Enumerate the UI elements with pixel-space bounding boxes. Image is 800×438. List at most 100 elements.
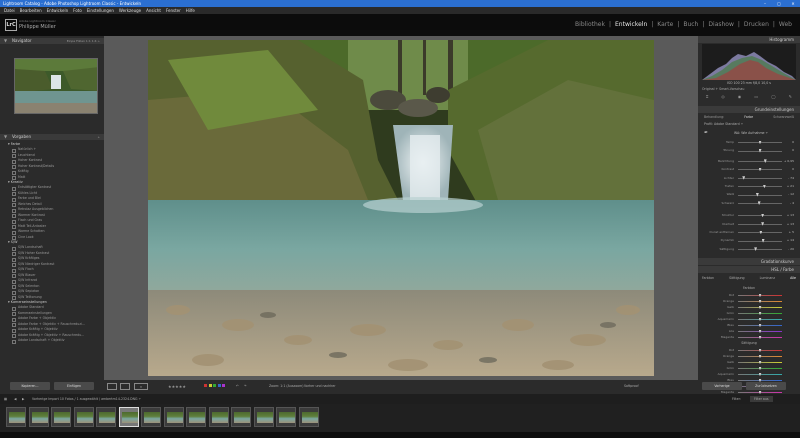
slider-track[interactable] — [738, 177, 782, 179]
hsl-slider-row[interactable]: Rot — [702, 293, 796, 298]
color-label-blue[interactable] — [217, 384, 221, 387]
treatment-bw[interactable]: Schwarzweiß — [773, 115, 794, 119]
presets-header[interactable]: ▼ Vorgaben + — [0, 134, 104, 140]
preset-item[interactable]: Cine Look — [8, 235, 100, 241]
radial-filter-icon[interactable]: ◯ — [771, 94, 775, 100]
menu-window[interactable]: Fenster — [166, 7, 181, 14]
rating-stars[interactable]: ★★★★★ — [168, 384, 186, 389]
filmstrip-thumbnail[interactable] — [51, 407, 71, 427]
before-after-dropdown[interactable]: ▾ — [134, 383, 148, 390]
eyedropper-icon[interactable]: ✒ — [704, 130, 710, 136]
hsl-tab-all[interactable]: Alle — [790, 276, 796, 280]
basic-slider-row[interactable]: Klarheit + 13 — [702, 222, 796, 227]
filmstrip-thumbnail[interactable] — [298, 407, 319, 427]
basic-slider-row[interactable]: Dunst entfernen + 5 — [702, 230, 796, 235]
add-preset-icon[interactable]: + — [97, 134, 100, 140]
loupe-view-icon[interactable] — [107, 383, 117, 390]
tone-curve-header[interactable]: Gradationskurve — [698, 258, 800, 265]
filmstrip-thumbnail[interactable] — [253, 407, 274, 427]
histogram-header[interactable]: Histogramm — [698, 36, 800, 43]
hsl-header[interactable]: HSL / Farbe — [698, 266, 800, 273]
hsl-tab-luminance[interactable]: Luminanz — [760, 276, 775, 280]
basic-slider-row[interactable]: Lichter - 74 — [702, 176, 796, 181]
slider-value[interactable]: + 0,95 — [784, 159, 794, 164]
hsl-tab-hue[interactable]: Farbton — [702, 276, 714, 280]
previous-settings-button[interactable]: Vorherige — [702, 382, 742, 390]
slider-value[interactable]: 0 — [792, 167, 794, 172]
back-arrow-icon[interactable]: ◀ — [14, 394, 16, 404]
basic-slider-row[interactable]: Kontrast 0 — [702, 167, 796, 172]
copy-settings-button[interactable]: Kopieren... — [10, 382, 50, 390]
basic-slider-row[interactable]: Tiefen + 21 — [702, 184, 796, 189]
slider-value[interactable]: + 13 — [787, 213, 794, 218]
basic-slider-row[interactable]: Temp 0 — [702, 140, 796, 145]
slider-value[interactable]: - 4 — [790, 201, 794, 206]
hsl-slider-row[interactable]: Magenta — [702, 335, 796, 340]
filmstrip-thumbnail[interactable] — [28, 407, 49, 427]
white-balance-select[interactable]: WA: Wie Aufnahme ÷ — [734, 131, 768, 135]
slider-track[interactable] — [738, 240, 782, 242]
hsl-slider-row[interactable]: Orange — [702, 299, 796, 304]
soft-proof-toggle[interactable]: Softproof — [624, 384, 639, 388]
preset-item[interactable]: Matt — [8, 175, 100, 181]
spot-removal-icon[interactable]: ◎ — [721, 94, 725, 100]
menu-edit[interactable]: Bearbeiten — [20, 7, 42, 14]
filmstrip-thumbnail[interactable] — [231, 407, 251, 427]
filmstrip-thumbnail[interactable] — [141, 407, 161, 427]
slider-track[interactable] — [738, 202, 782, 204]
menu-file[interactable]: Datei — [4, 7, 15, 14]
filmstrip-thumbnail[interactable] — [208, 407, 229, 427]
module-library[interactable]: Bibliothek — [575, 20, 605, 30]
navigator-header[interactable]: ▼ Navigator Einpa Füllen 1:1 1:4 ÷ — [0, 38, 104, 44]
module-slideshow[interactable]: Diashow — [708, 20, 733, 30]
basic-slider-row[interactable]: Tönung 0 — [702, 148, 796, 153]
reset-button[interactable]: Zurücksetzen — [746, 382, 786, 390]
menu-tools[interactable]: Werkzeuge — [119, 7, 141, 14]
paste-settings-button[interactable]: Einfügen — [54, 382, 94, 390]
hsl-slider-row[interactable]: Orange — [702, 354, 796, 359]
slider-value[interactable]: 0 — [792, 148, 794, 153]
filmstrip-thumbnail[interactable] — [186, 407, 206, 427]
slider-track[interactable] — [738, 186, 782, 187]
module-develop[interactable]: Entwickeln — [615, 20, 647, 30]
hsl-slider-row[interactable]: Grün — [702, 366, 796, 371]
slider-value[interactable]: 0 — [792, 140, 794, 145]
close-button[interactable]: ✕ — [786, 0, 800, 7]
navigator-zoom-options[interactable]: Einpa Füllen 1:1 1:4 ÷ — [67, 38, 100, 44]
slider-value[interactable]: - 12 — [788, 192, 794, 197]
basic-header[interactable]: Grundeinstellungen — [698, 106, 800, 113]
slider-track[interactable] — [738, 223, 782, 225]
minimize-button[interactable]: – — [758, 0, 772, 7]
hsl-slider-row[interactable]: Gelb — [702, 305, 796, 310]
preset-item[interactable]: Adobe Landschaft + Objektiv — [8, 338, 100, 344]
slider-value[interactable]: + 21 — [787, 184, 794, 189]
hsl-slider-row[interactable]: Aquamarin — [702, 372, 796, 377]
zoom-level[interactable]: Zoom: 1:1 (Auszoom) — [269, 384, 303, 388]
filmstrip-info[interactable]: Vorherige Import 10 Fotos / 1 ausgewählt… — [32, 394, 141, 404]
graduated-filter-icon[interactable]: ▭ — [754, 94, 758, 100]
basic-slider-row[interactable]: Belichtung + 0,95 — [702, 159, 796, 164]
menu-photo[interactable]: Foto — [73, 7, 82, 14]
basic-slider-row[interactable]: Struktur + 13 — [702, 213, 796, 218]
filmstrip-thumbnail[interactable] — [163, 407, 184, 427]
filmstrip-thumbnail[interactable] — [73, 407, 94, 427]
menu-develop[interactable]: Entwickeln — [47, 7, 69, 14]
basic-slider-row[interactable]: Dynamik + 14 — [702, 238, 796, 243]
brush-icon[interactable]: ✎ — [789, 94, 792, 100]
slider-track[interactable] — [738, 248, 782, 250]
hsl-slider-row[interactable]: Gelb — [702, 360, 796, 365]
basic-slider-row[interactable]: Schwarz - 4 — [702, 201, 796, 206]
hsl-slider-row[interactable]: Rot — [702, 348, 796, 353]
basic-slider-row[interactable]: Sättigung - 20 — [702, 247, 796, 252]
filmstrip-thumbnail[interactable] — [118, 407, 139, 427]
treatment-color[interactable]: Farbe — [744, 115, 753, 119]
slider-track[interactable] — [738, 194, 782, 196]
rotate-left-icon[interactable]: ↶ — [236, 384, 239, 388]
grid-view-icon[interactable]: ▦ — [4, 394, 7, 404]
preset-item[interactable]: S/W Teiltonung — [8, 295, 100, 301]
hsl-slider-row[interactable]: Blau — [702, 323, 796, 328]
slider-value[interactable]: - 20 — [788, 247, 794, 252]
main-photo[interactable] — [148, 40, 654, 376]
slider-value[interactable]: + 13 — [787, 222, 794, 227]
color-label-red[interactable] — [204, 384, 207, 387]
